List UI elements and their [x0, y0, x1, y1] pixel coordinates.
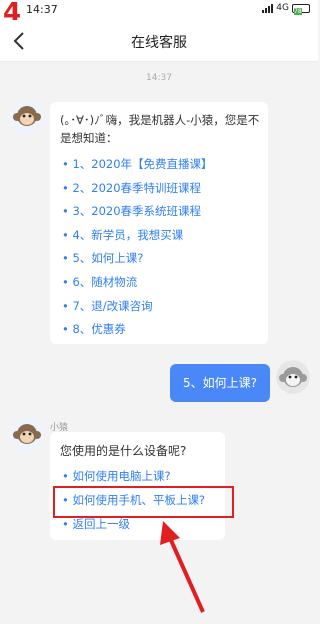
- menu-item-spring-system[interactable]: • 3、2020春季系统班课程: [62, 200, 213, 224]
- battery-level: 78: [294, 7, 302, 15]
- monkey-avatar-icon: [276, 360, 310, 394]
- menu-item-coupon[interactable]: • 8、优惠券: [62, 318, 213, 342]
- network-label: 4G: [276, 3, 289, 13]
- user-avatar: [276, 360, 310, 394]
- bot-menu-list: • 1、2020年【免费直播课】 • 2、2020春季特训班课程 • 3、202…: [62, 153, 213, 342]
- bot-avatar: [10, 100, 44, 134]
- bot-question: 您使用的是什么设备呢?: [60, 444, 187, 458]
- bot-avatar: [10, 418, 44, 452]
- menu-item-how-to-attend[interactable]: • 5、如何上课?: [62, 247, 213, 271]
- menu-item-free-live[interactable]: • 1、2020年【免费直播课】: [62, 153, 213, 177]
- menu-item-logistics[interactable]: • 6、随材物流: [62, 271, 213, 295]
- signal-icon: [262, 3, 274, 13]
- page-title: 在线客服: [131, 35, 187, 51]
- monkey-avatar-icon: [10, 100, 44, 134]
- status-bar: 4 14:37 4G 78: [0, 0, 318, 28]
- status-icons: 4G 78: [262, 3, 310, 15]
- nav-bar: 在线客服: [0, 20, 318, 62]
- bot-greeting: (｡･∀･)ﾉﾞ嗨，我是机器人-小猿，您是不是想知道：: [60, 113, 260, 145]
- arrow-shaft: [168, 537, 205, 613]
- bot-message-bubble: (｡･∀･)ﾉﾞ嗨，我是机器人-小猿，您是不是想知道： • 1、2020年【免费…: [50, 102, 268, 344]
- highlight-box: [53, 486, 234, 518]
- option-go-back[interactable]: • 返回上一级: [62, 516, 130, 532]
- status-time: 14:37: [26, 3, 58, 16]
- battery-icon: 78: [292, 3, 310, 15]
- chat-timestamp: 14:37: [146, 73, 172, 83]
- menu-item-new-student[interactable]: • 4、新学员，我想买课: [62, 224, 213, 248]
- option-computer[interactable]: • 如何使用电脑上课?: [62, 468, 171, 484]
- user-message-bubble: 5、如何上课?: [170, 364, 270, 402]
- menu-item-refund[interactable]: • 7、退/改课咨询: [62, 295, 213, 319]
- menu-item-spring-special[interactable]: • 2、2020春季特训班课程: [62, 177, 213, 201]
- monkey-avatar-icon: [10, 418, 44, 452]
